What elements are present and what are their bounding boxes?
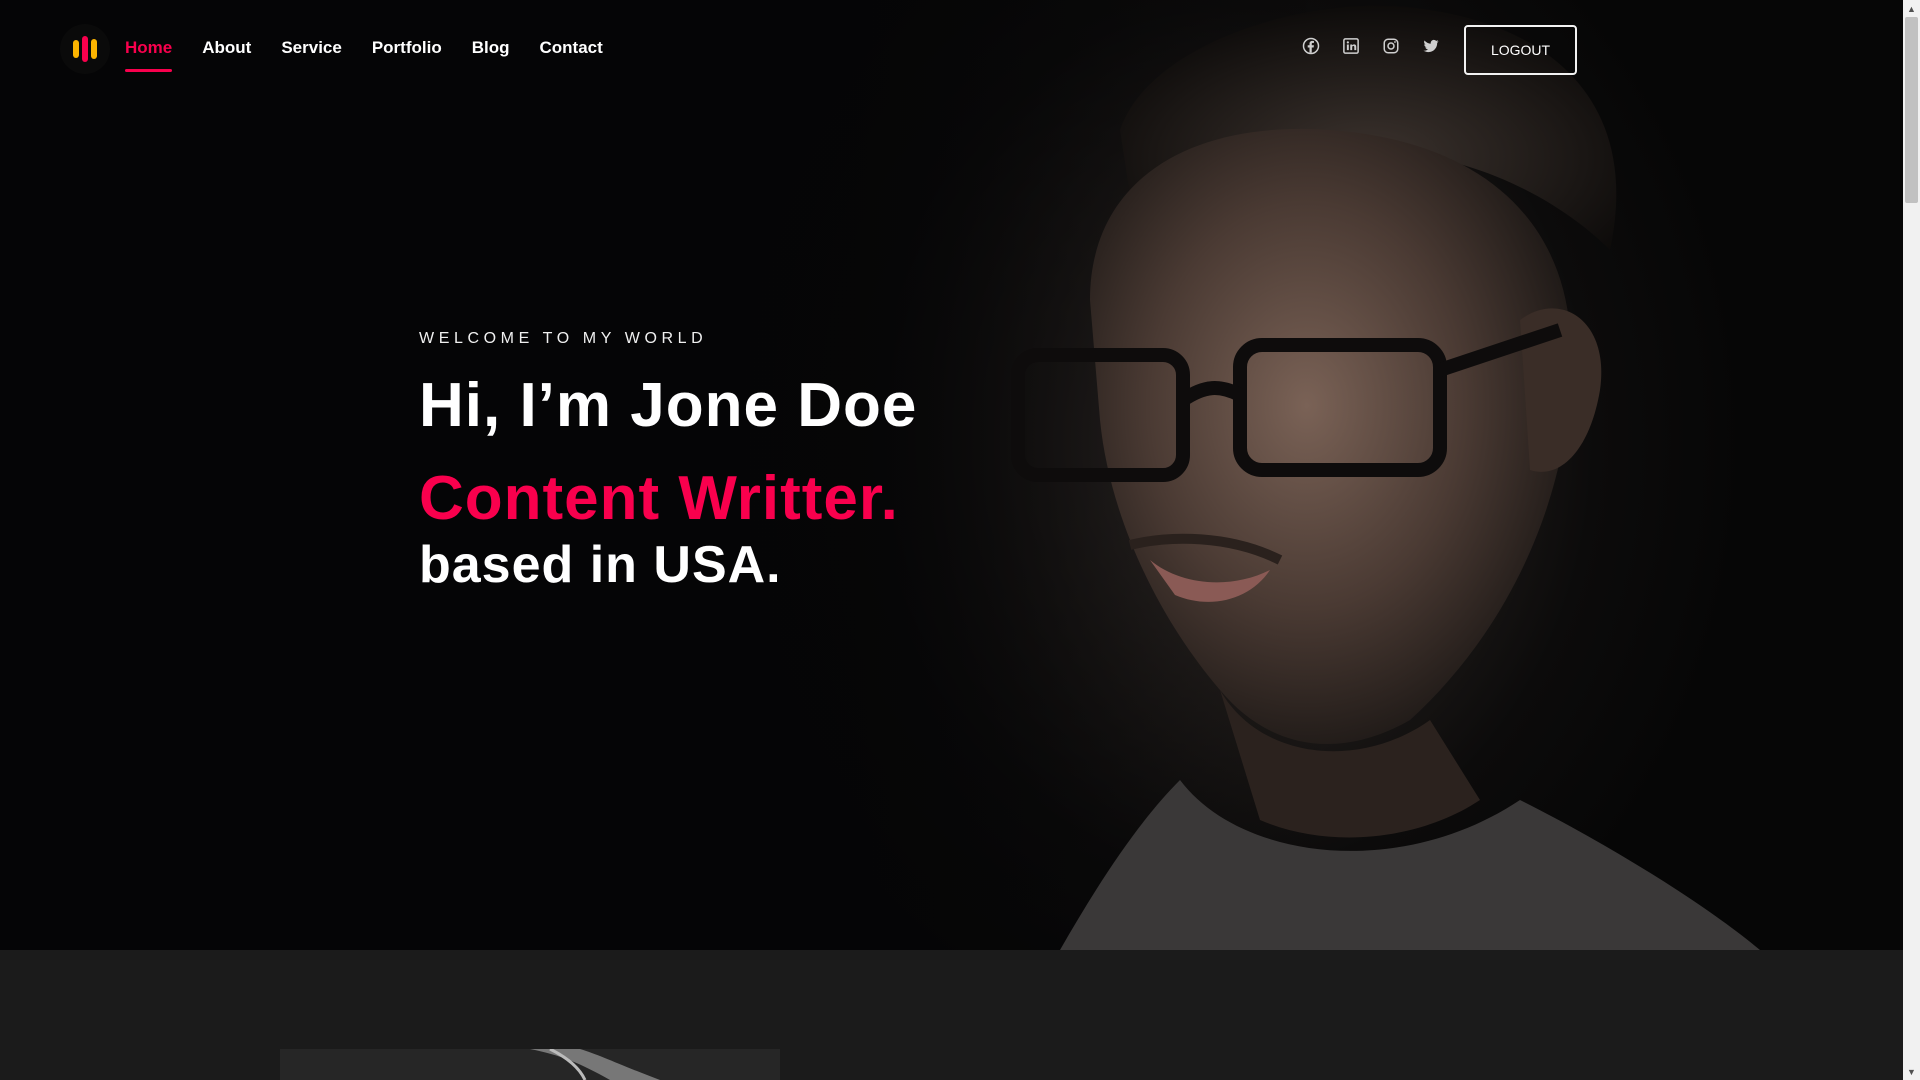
facebook-icon[interactable]	[1302, 37, 1320, 55]
hero-title: Hi, I’m Jone Doe	[419, 371, 918, 440]
social-links	[1302, 37, 1440, 55]
about-image-partial	[530, 1049, 660, 1080]
nav-item-blog[interactable]: Blog	[472, 38, 510, 72]
nav-item-contact[interactable]: Contact	[540, 38, 603, 72]
logout-button[interactable]: LOGOUT	[1464, 25, 1577, 75]
page: Home About Service Portfolio Blog Contac…	[0, 0, 1920, 1080]
instagram-icon[interactable]	[1382, 37, 1400, 55]
hero-role: Content Writter.	[419, 464, 899, 533]
about-image	[280, 1049, 780, 1080]
scroll-up-arrow-icon[interactable]: ▲	[1903, 0, 1920, 17]
nav-item-about[interactable]: About	[202, 38, 251, 72]
linkedin-icon[interactable]	[1342, 37, 1360, 55]
page-scrollbar[interactable]: ▲ ▼	[1903, 0, 1920, 1080]
scroll-down-arrow-icon[interactable]: ▼	[1903, 1063, 1920, 1080]
hero-portrait-image	[1011, 5, 1760, 950]
nav-item-portfolio[interactable]: Portfolio	[372, 38, 442, 72]
hero-location: based in USA.	[419, 536, 782, 594]
site-header: Home About Service Portfolio Blog Contac…	[0, 0, 1903, 98]
hero-subtitle: WELCOME TO MY WORLD	[419, 330, 708, 347]
logo-icon[interactable]	[60, 24, 110, 74]
hero-section	[0, 0, 1903, 950]
main-nav: Home About Service Portfolio Blog Contac…	[125, 38, 603, 72]
nav-item-home[interactable]: Home	[125, 38, 173, 72]
scrollbar-thumb[interactable]	[1905, 17, 1918, 203]
nav-item-service[interactable]: Service	[281, 38, 342, 72]
hero-text: WELCOME TO MY WORLD Hi, I’m Jone Doe Con…	[419, 330, 917, 596]
twitter-icon[interactable]	[1422, 37, 1440, 55]
